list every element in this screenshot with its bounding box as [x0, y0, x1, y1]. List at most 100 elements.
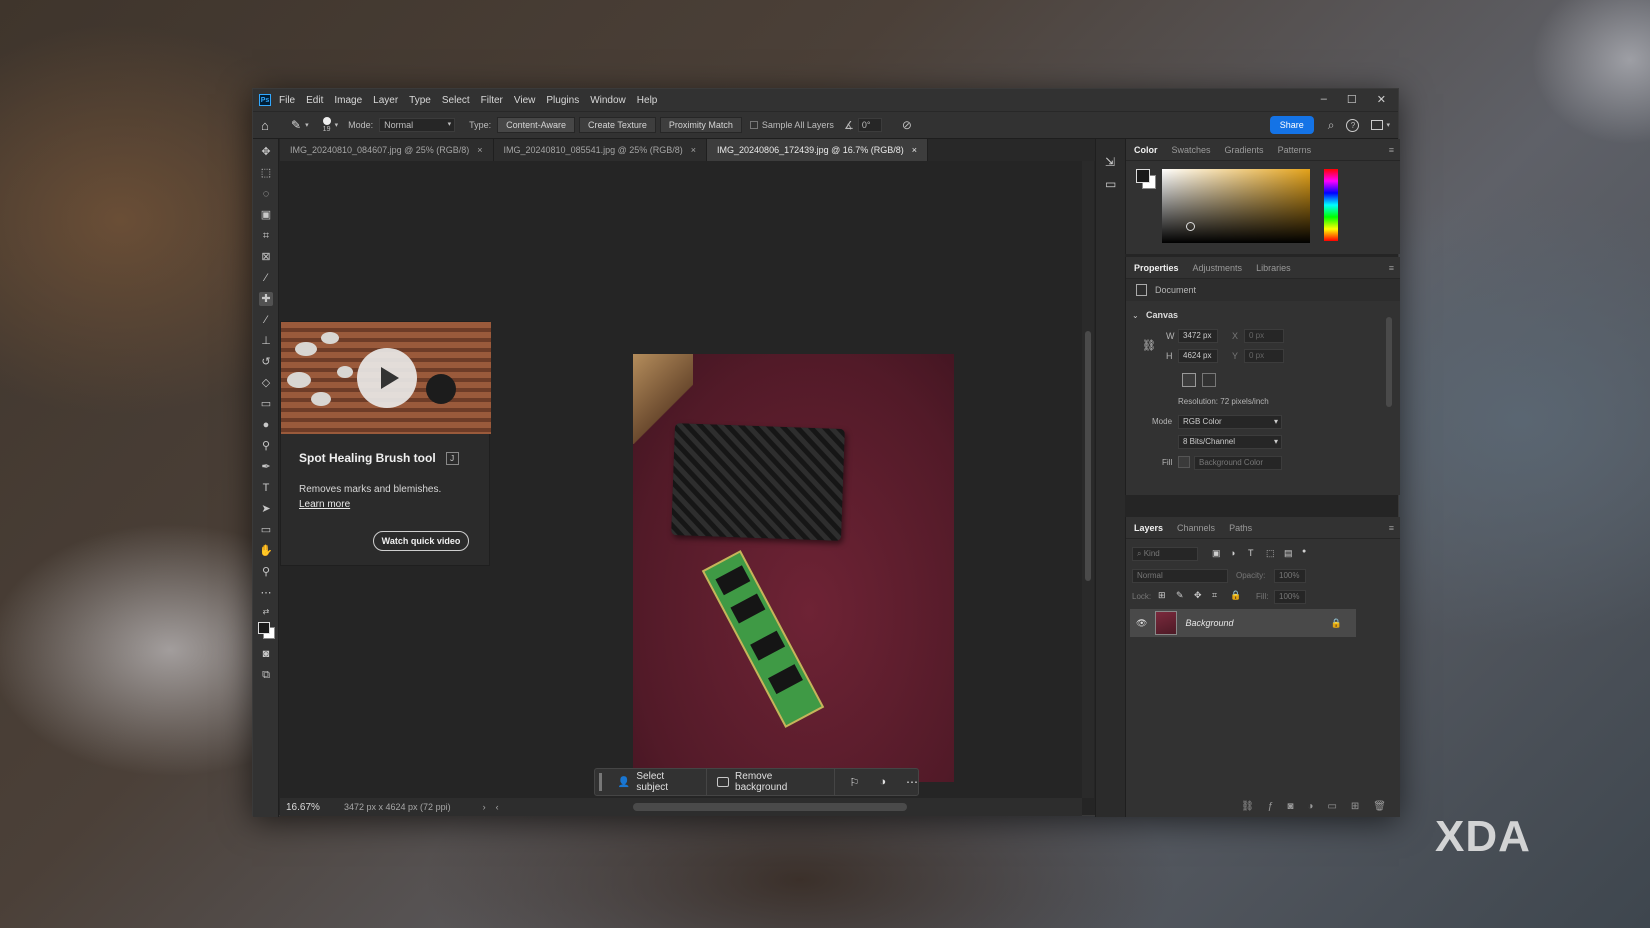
panel-menu-icon[interactable]: ≡ [1389, 145, 1394, 155]
menu-layer[interactable]: Layer [373, 95, 398, 106]
bit-depth-select[interactable]: 8 Bits/Channel ▾ [1178, 435, 1282, 449]
hue-slider[interactable] [1324, 169, 1338, 241]
tab-adjustments[interactable]: Adjustments [1193, 263, 1243, 273]
foreground-color-swatch[interactable] [1136, 169, 1150, 183]
more-options-icon[interactable]: ⋯ [906, 775, 918, 789]
link-layers-icon[interactable]: ⛓ [1241, 801, 1254, 812]
mode-select[interactable]: RGB Color ▾ [1178, 415, 1282, 429]
menu-image[interactable]: Image [334, 95, 362, 106]
fill-field[interactable]: 100% [1274, 590, 1306, 604]
layer-row[interactable]: 👁 Background 🔒 [1130, 609, 1356, 637]
move-tool-icon[interactable]: ✥ [259, 145, 273, 159]
tab-color[interactable]: Color [1134, 145, 1158, 155]
lock-artboard-icon[interactable]: ⌗ [1212, 590, 1217, 601]
type-proximity-match[interactable]: Proximity Match [659, 117, 742, 133]
close-icon[interactable]: × [912, 145, 917, 155]
sample-all-checkbox[interactable] [749, 121, 758, 129]
eraser-icon[interactable]: ◇ [259, 376, 273, 390]
pressure-size-icon[interactable]: ⊘ [902, 118, 912, 132]
tab-layers[interactable]: Layers [1134, 523, 1163, 533]
angle-input[interactable]: 0° [857, 118, 882, 132]
type-create-texture[interactable]: Create Texture [579, 117, 656, 133]
swap-colors-icon[interactable]: ⇄ [259, 605, 273, 619]
help-icon[interactable]: ? [1346, 118, 1360, 132]
share-button[interactable]: Share [1269, 116, 1314, 134]
chevron-left-icon[interactable]: ‹ [496, 802, 499, 812]
tab-properties[interactable]: Properties [1134, 263, 1179, 273]
adjustment-layer-icon[interactable]: ◑ [1307, 801, 1313, 812]
history-brush-icon[interactable]: ↺ [259, 355, 273, 369]
add-mask-icon[interactable]: ◙ [1287, 801, 1293, 812]
learn-more-link[interactable]: Learn more [299, 499, 350, 510]
spot-healing-brush-icon[interactable]: ✚ [259, 292, 273, 306]
fill-select[interactable]: Background Color [1194, 456, 1282, 470]
menu-plugins[interactable]: Plugins [546, 95, 579, 106]
document-info[interactable]: 3472 px x 4624 px (72 ppi) [344, 802, 451, 812]
flag-icon[interactable]: ⚐ [849, 776, 859, 789]
tab-swatches[interactable]: Swatches [1172, 145, 1211, 155]
close-icon[interactable]: × [691, 145, 696, 155]
menu-filter[interactable]: Filter [481, 95, 503, 106]
quick-mask-icon[interactable]: ◙ [259, 647, 273, 661]
comments-icon[interactable]: ▭ [1105, 177, 1116, 191]
adjust-icon[interactable]: ◑ [879, 776, 886, 788]
scroll-thumb[interactable] [1085, 331, 1091, 581]
color-picker-ring[interactable] [1186, 222, 1195, 231]
menu-window[interactable]: Window [590, 95, 626, 106]
brush-size-picker[interactable]: 19 [322, 116, 331, 134]
play-button-icon[interactable] [357, 348, 417, 408]
lock-all-icon[interactable]: 🔒 [1230, 590, 1241, 601]
hand-tool-icon[interactable]: ✋ [259, 544, 273, 558]
lock-position-icon[interactable]: ✥ [1194, 590, 1202, 601]
workspace-icon[interactable] [1371, 120, 1384, 130]
fill-swatch[interactable] [1178, 456, 1190, 468]
rectangle-tool-icon[interactable]: ▭ [259, 523, 273, 537]
menu-file[interactable]: File [279, 95, 295, 106]
pen-tool-icon[interactable]: ✒ [259, 460, 273, 474]
path-selection-icon[interactable]: ➤ [259, 502, 273, 516]
tab-document-2[interactable]: IMG_20240810_085541.jpg @ 25% (RGB/8) × [493, 139, 708, 161]
blur-tool-icon[interactable]: ● [259, 418, 273, 432]
filter-smart-object-icon[interactable]: ▤ [1284, 548, 1293, 559]
minimize-icon[interactable]: – [1321, 93, 1327, 106]
canvas-vertical-scrollbar[interactable] [1082, 161, 1094, 798]
layer-kind-filter[interactable]: ⌕ Kind [1132, 547, 1198, 561]
menu-help[interactable]: Help [637, 95, 658, 106]
layer-style-icon[interactable]: ƒ [1268, 801, 1274, 812]
properties-scrollbar[interactable] [1386, 317, 1392, 407]
menu-edit[interactable]: Edit [306, 95, 323, 106]
zoom-tool-icon[interactable]: ⚲ [259, 565, 273, 579]
select-subject-button[interactable]: 👤 Select subject [608, 769, 708, 795]
lasso-tool-icon[interactable]: ◌ [259, 187, 273, 201]
gradient-tool-icon[interactable]: ▭ [259, 397, 273, 411]
menu-type[interactable]: Type [409, 95, 431, 106]
panel-menu-icon[interactable]: ≡ [1389, 263, 1394, 273]
new-group-icon[interactable]: ▭ [1327, 801, 1336, 812]
blend-mode-select[interactable]: Normal [1132, 569, 1228, 583]
eyedropper-icon[interactable]: ⁄ [259, 271, 273, 285]
object-selection-icon[interactable]: ▣ [259, 208, 273, 222]
video-thumbnail[interactable] [281, 322, 491, 434]
dodge-tool-icon[interactable]: ⚲ [259, 439, 273, 453]
color-field[interactable] [1162, 169, 1310, 243]
layer-name[interactable]: Background [1185, 618, 1233, 628]
delete-layer-icon[interactable]: 🗑 [1373, 801, 1386, 812]
maximize-icon[interactable]: ☐ [1347, 93, 1357, 106]
x-field[interactable]: 0 px [1244, 329, 1284, 343]
chevron-down-icon[interactable]: ▾ [1386, 121, 1390, 129]
home-icon[interactable]: ⌂ [261, 118, 275, 133]
tab-patterns[interactable]: Patterns [1278, 145, 1312, 155]
zoom-level[interactable]: 16.67% [286, 802, 336, 813]
width-field[interactable]: 3472 px [1178, 329, 1218, 343]
filter-adjustment-icon[interactable]: ◑ [1230, 548, 1235, 558]
link-dimensions-icon[interactable]: ⛓ [1142, 339, 1156, 352]
tab-paths[interactable]: Paths [1229, 523, 1252, 533]
tab-gradients[interactable]: Gradients [1225, 145, 1264, 155]
more-tools-icon[interactable]: ⋯ [259, 586, 273, 600]
tab-channels[interactable]: Channels [1177, 523, 1215, 533]
frame-tool-icon[interactable]: ⊠ [259, 250, 273, 264]
chevron-down-icon[interactable]: ▾ [305, 121, 309, 129]
screen-mode-icon[interactable]: ⧉ [259, 668, 273, 682]
search-icon[interactable]: ⌕ [1328, 118, 1335, 133]
document-image[interactable] [633, 354, 954, 782]
